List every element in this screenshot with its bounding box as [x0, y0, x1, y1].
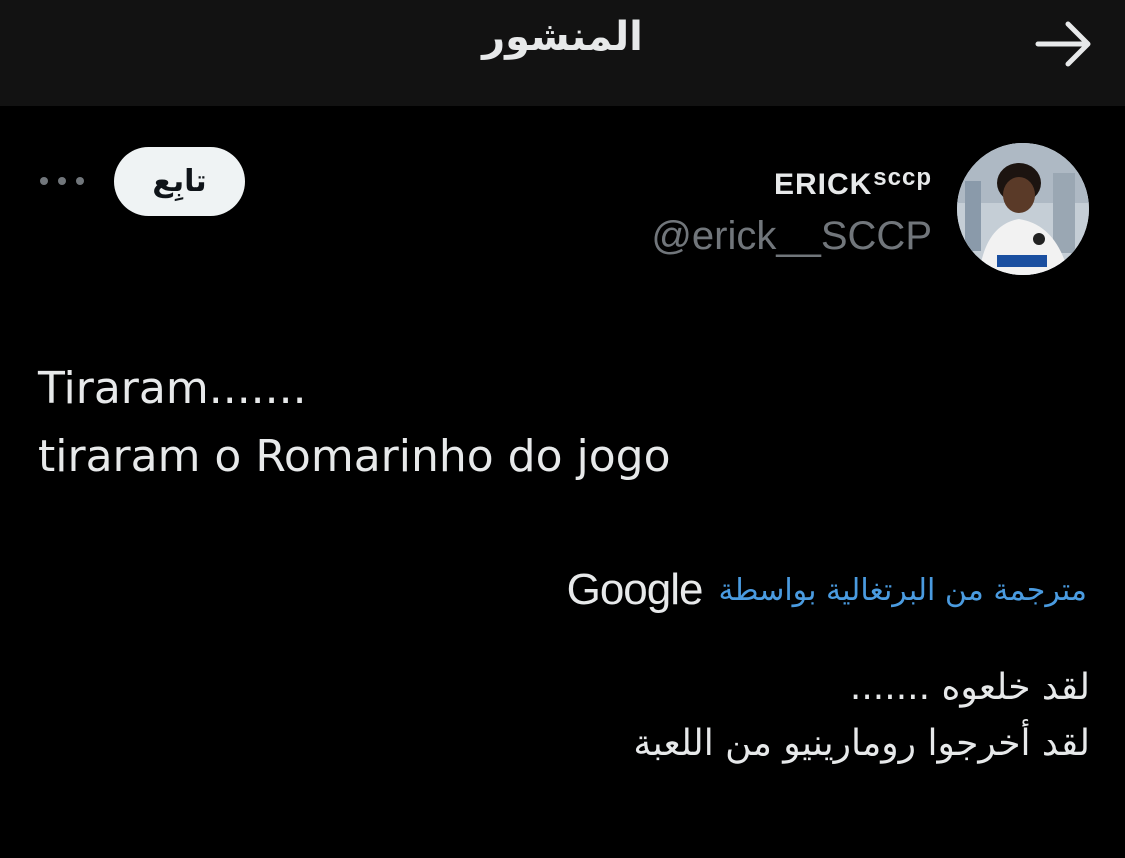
author-name[interactable]: ERICKsccp — [774, 164, 932, 202]
translation-attribution: مترجمة من البرتغالية بواسطة Google — [567, 562, 1087, 618]
more-horizontal-icon[interactable] — [38, 168, 90, 194]
translated-text: لقد خلعوه ....... لقد أخرجوا رومارينيو م… — [633, 667, 1090, 764]
page-title: المنشور — [482, 14, 643, 60]
author-name-text: ERICK — [773, 168, 873, 201]
arrow-right-icon[interactable] — [1034, 20, 1094, 68]
translated-label[interactable]: مترجمة من البرتغالية بواسطة — [719, 573, 1088, 608]
follow-button[interactable]: تابِع — [114, 147, 245, 216]
avatar-image — [957, 143, 1089, 275]
post-text: Tiraram....... tiraram o Romarinho do jo… — [38, 363, 671, 482]
author-name-suffix: sccp — [873, 164, 932, 191]
author-handle[interactable]: @erick__SCCP — [651, 214, 932, 259]
top-bar: المنشور — [0, 0, 1125, 106]
google-logo: Google — [566, 565, 704, 614]
avatar[interactable] — [957, 143, 1089, 275]
